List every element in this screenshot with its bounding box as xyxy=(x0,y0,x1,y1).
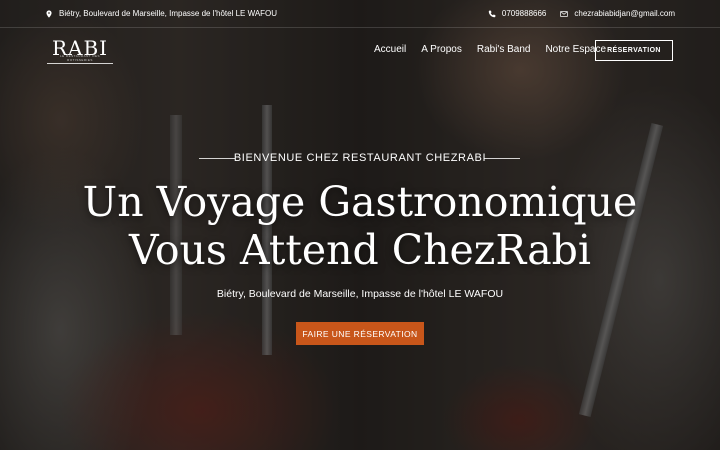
reservation-button[interactable]: RÉSERVATION xyxy=(595,40,673,61)
phone-text: 0709888666 xyxy=(501,9,547,18)
logo-tagline: LE RESTAURANT DES ROTISSERIES xyxy=(59,54,101,62)
hero-title: Un Voyage Gastronomique Vous Attend Chez… xyxy=(0,178,720,274)
map-pin-icon xyxy=(46,9,52,18)
nav-item-accueil[interactable]: Accueil xyxy=(374,44,406,55)
topbar-contact: 0709888666 chezrabiabidjan@gmail.com xyxy=(488,9,675,18)
main-navigation: Accueil A Propos Rabi's Band Notre Espac… xyxy=(374,44,606,55)
kicker-divider-right xyxy=(484,158,520,159)
nav-item-a-propos[interactable]: A Propos xyxy=(421,44,462,55)
hero-subtitle: Biétry, Boulevard de Marseille, Impasse … xyxy=(216,288,504,300)
email-link[interactable]: chezrabiabidjan@gmail.com xyxy=(560,9,675,18)
phone-link[interactable]: 0709888666 xyxy=(488,9,547,18)
email-text: chezrabiabidjan@gmail.com xyxy=(574,9,675,18)
hero-title-line1: Un Voyage Gastronomique xyxy=(82,178,638,226)
address-text: Biétry, Boulevard de Marseille, Impasse … xyxy=(59,9,278,18)
topbar-address: Biétry, Boulevard de Marseille, Impasse … xyxy=(45,9,277,18)
nav-item-rabis-band[interactable]: Rabi's Band xyxy=(477,44,531,55)
mail-icon xyxy=(560,10,569,17)
hero-kicker: BIENVENUE CHEZ RESTAURANT CHEZRABI xyxy=(233,152,487,164)
make-reservation-button[interactable]: FAIRE UNE RÉSERVATION xyxy=(296,322,424,345)
hero-title-line2: Vous Attend ChezRabi xyxy=(128,226,592,274)
hero-section: Biétry, Boulevard de Marseille, Impasse … xyxy=(0,0,720,450)
phone-icon xyxy=(488,10,496,17)
site-logo[interactable]: RABI LE RESTAURANT DES ROTISSERIES xyxy=(47,38,113,64)
top-info-bar: Biétry, Boulevard de Marseille, Impasse … xyxy=(0,0,720,28)
